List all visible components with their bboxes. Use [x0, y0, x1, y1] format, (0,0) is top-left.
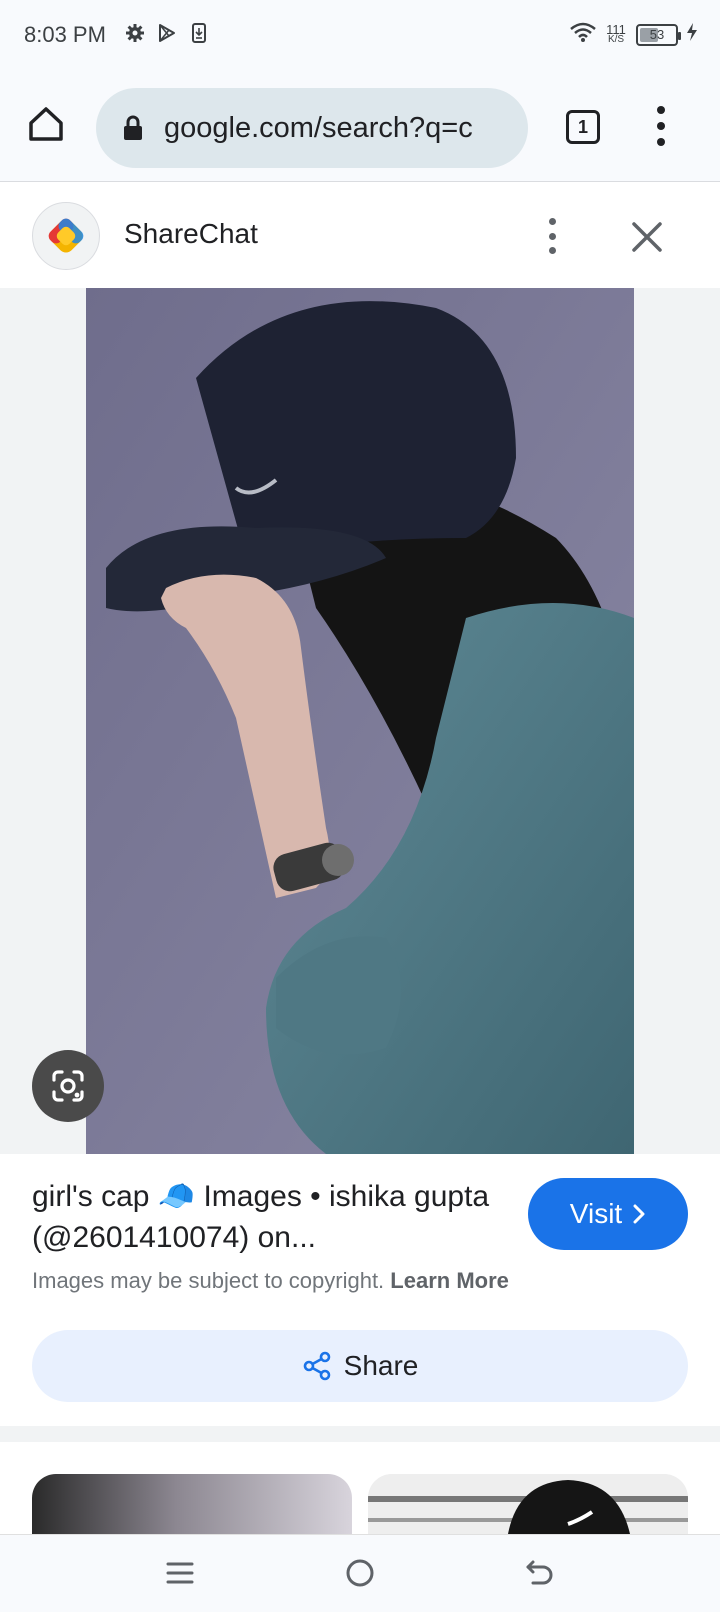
source-site-header: ShareChat [0, 184, 720, 288]
play-store-icon [156, 22, 178, 44]
site-more-button[interactable] [546, 218, 558, 254]
result-image-graphic [86, 288, 634, 1154]
share-button[interactable]: Share [32, 1330, 688, 1402]
browser-menu-button[interactable] [654, 106, 668, 146]
network-speed-value: 111 [606, 21, 626, 37]
related-image-thumbnail[interactable] [32, 1474, 352, 1534]
more-vert-dot [657, 138, 665, 146]
related-image-graphic [368, 1474, 688, 1534]
home-icon [29, 107, 63, 141]
url-text: google.com/search?q=c [164, 111, 473, 144]
site-name[interactable]: ShareChat [124, 218, 258, 250]
recent-apps-button[interactable] [160, 1553, 200, 1593]
battery-indicator: 53 [636, 23, 681, 46]
home-circle-icon [346, 1559, 374, 1587]
share-label: Share [343, 1350, 419, 1381]
related-image-thumbnail[interactable] [368, 1474, 688, 1534]
status-time: 8:03 PM [24, 22, 106, 47]
result-title[interactable]: girl's cap 🧢 Images • ishika gupta (@260… [32, 1176, 502, 1258]
chevron-right-icon [633, 1204, 645, 1224]
more-vert-dot [548, 247, 556, 254]
more-vert-dot [548, 232, 556, 240]
more-vert-icon [548, 218, 556, 225]
more-vert-dot [657, 122, 665, 130]
settings-icon [124, 22, 146, 44]
google-lens-button[interactable] [32, 1050, 104, 1122]
url-bar[interactable]: google.com/search?q=c [96, 88, 528, 168]
system-navigation-bar [0, 1534, 720, 1612]
charging-icon [686, 22, 698, 47]
result-image[interactable] [86, 288, 634, 1154]
status-notification-icons [124, 22, 210, 44]
share-icon [303, 1351, 330, 1381]
tab-count: 1 [577, 116, 588, 137]
copyright-notice: Images may be subject to copyright. Lear… [32, 1268, 509, 1294]
status-system-icons: 111 K/S 53 [570, 22, 698, 47]
home-nav-button[interactable] [340, 1553, 380, 1593]
recent-apps-icon [166, 1562, 194, 1584]
section-divider [0, 1426, 720, 1442]
sharechat-logo-icon [48, 218, 84, 253]
tab-switcher-button[interactable]: 1 [566, 110, 600, 144]
copyright-text: Images may be subject to copyright. [32, 1268, 385, 1293]
close-button[interactable] [630, 220, 664, 254]
home-button[interactable] [26, 104, 66, 144]
close-icon [632, 222, 662, 252]
status-bar: 8:03 PM 111 K/S 53 [0, 0, 720, 70]
visit-button[interactable]: Visit [528, 1178, 688, 1250]
more-vert-icon [657, 106, 665, 114]
google-lens-icon [52, 1070, 84, 1102]
back-icon [526, 1560, 553, 1585]
browser-toolbar: google.com/search?q=c 1 [0, 70, 720, 182]
back-button[interactable] [520, 1553, 560, 1593]
sharechat-logo[interactable] [32, 202, 100, 270]
network-speed: 111 K/S [604, 21, 628, 45]
learn-more-link[interactable]: Learn More [390, 1268, 509, 1293]
battery-level: 53 [649, 27, 665, 42]
visit-label: Visit [569, 1198, 623, 1229]
lock-icon [124, 115, 142, 140]
image-preview-area [0, 288, 720, 1154]
download-phone-icon [188, 22, 210, 44]
wifi-icon [570, 22, 596, 47]
